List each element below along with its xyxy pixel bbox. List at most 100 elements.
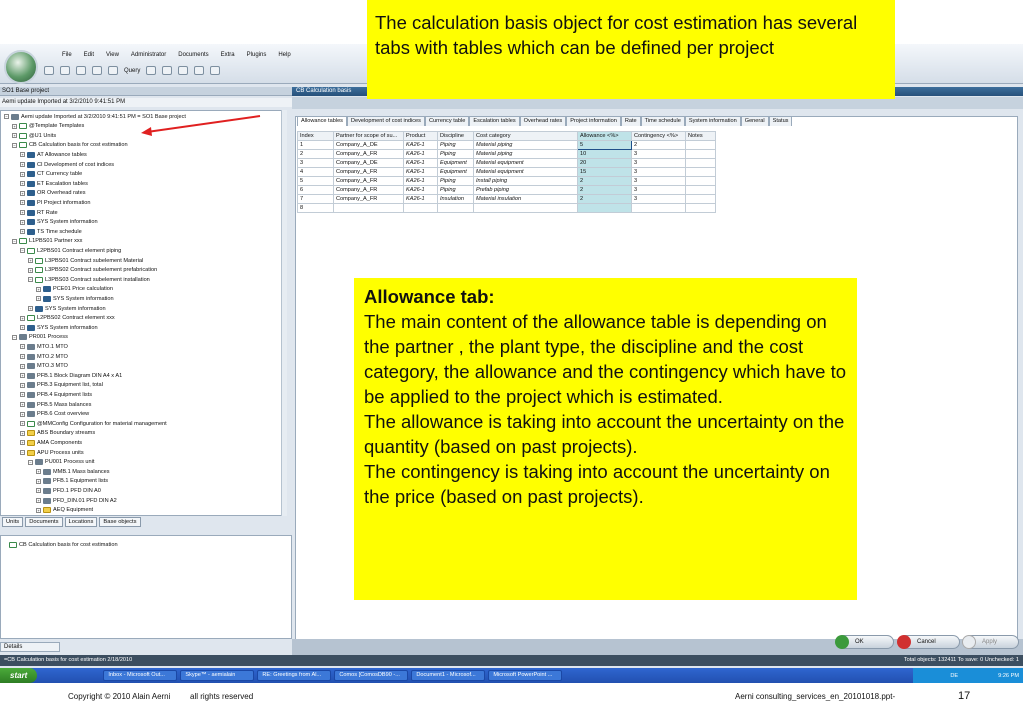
- column-header[interactable]: Notes: [685, 131, 716, 141]
- tree-node[interactable]: + PFD_DIN.01 PFD DIN A2: [36, 496, 117, 505]
- table-row[interactable]: 5 Company_A_FR KA26-1 Piping Install piping 2…: [297, 176, 716, 186]
- tree-node[interactable]: + PFB.3 Equipment list, total: [20, 381, 103, 390]
- tab-base-objects[interactable]: Base objects: [99, 517, 141, 527]
- tree-node[interactable]: − CB Calculation basis for cost estimatio…: [12, 141, 128, 150]
- forward-icon[interactable]: [60, 66, 70, 75]
- column-header[interactable]: Index: [297, 131, 334, 141]
- table-cell[interactable]: [437, 203, 474, 213]
- column-header[interactable]: Cost category: [473, 131, 578, 141]
- tree-node[interactable]: + PI Project information: [20, 198, 90, 207]
- expand-toggle-icon[interactable]: −: [20, 450, 25, 455]
- taskbar-item[interactable]: Skype™ - aemialain: [180, 670, 255, 681]
- table-cell[interactable]: Material equipment: [473, 158, 578, 168]
- tool-icon[interactable]: [178, 66, 189, 75]
- tool-icon[interactable]: [162, 66, 173, 75]
- expand-toggle-icon[interactable]: +: [36, 469, 41, 475]
- expand-toggle-icon[interactable]: +: [28, 258, 33, 263]
- tree-node[interactable]: + @U1 Units: [12, 131, 56, 140]
- expand-toggle-icon[interactable]: +: [28, 267, 33, 273]
- table-cell[interactable]: Company_A_FR: [333, 149, 404, 159]
- table-cell[interactable]: 20: [577, 158, 632, 168]
- ok-button[interactable]: OK: [835, 635, 894, 649]
- table-cell[interactable]: Piping: [437, 149, 474, 159]
- expand-toggle-icon[interactable]: +: [36, 296, 41, 302]
- expand-toggle-icon[interactable]: +: [20, 382, 25, 388]
- table-cell[interactable]: 15: [577, 167, 632, 177]
- table-cell[interactable]: Company_A_DE: [333, 140, 404, 150]
- query-menu[interactable]: Query: [124, 68, 140, 74]
- menu-item-help[interactable]: Help: [278, 52, 290, 58]
- expand-toggle-icon[interactable]: −: [4, 114, 9, 119]
- table-cell[interactable]: [333, 203, 404, 213]
- table-cell[interactable]: 10: [577, 149, 632, 159]
- table-cell[interactable]: 3: [631, 167, 686, 177]
- table-cell[interactable]: 3: [297, 158, 334, 168]
- menu-item-view[interactable]: View: [106, 52, 119, 58]
- tree-node[interactable]: + ABS Boundary streams: [20, 429, 95, 438]
- taskbar-item[interactable]: Inbox - Microsoft Out...: [103, 670, 178, 681]
- tree-node[interactable]: − L3PBS03 Contract subelement installatio…: [28, 275, 150, 284]
- expand-toggle-icon[interactable]: +: [20, 421, 25, 427]
- tab-allowance-tables[interactable]: Allowance tables: [297, 116, 347, 126]
- table-cell[interactable]: 1: [297, 140, 334, 150]
- tab-general[interactable]: General: [740, 116, 769, 126]
- expand-toggle-icon[interactable]: +: [20, 190, 25, 196]
- menu-item-edit[interactable]: Edit: [84, 52, 94, 58]
- tree-node[interactable]: + PFB.5 Mass balances: [20, 400, 91, 409]
- table-cell[interactable]: [403, 203, 438, 213]
- table-cell[interactable]: KA26-1: [403, 176, 438, 186]
- table-cell[interactable]: 2: [631, 140, 686, 150]
- table-row[interactable]: 8: [297, 203, 716, 213]
- table-cell[interactable]: KA26-1: [403, 185, 438, 195]
- column-header[interactable]: Contingency <%>: [631, 131, 686, 141]
- tab-time-schedule[interactable]: Time schedule: [640, 116, 685, 126]
- allowance-table[interactable]: Index Partner for scope of su... Product Di…: [297, 131, 716, 213]
- tree-node[interactable]: + MTO.1 MTO: [20, 342, 68, 351]
- table-cell[interactable]: [685, 203, 716, 213]
- tree-node[interactable]: + MTO.3 MTO: [20, 362, 68, 371]
- table-cell[interactable]: 2: [577, 194, 632, 204]
- tree-node[interactable]: + PFB.6 Cost overview: [20, 410, 89, 419]
- cancel-button[interactable]: Cancel: [897, 635, 960, 649]
- table-cell[interactable]: Install piping: [473, 176, 578, 186]
- table-cell[interactable]: [685, 158, 716, 168]
- expand-toggle-icon[interactable]: +: [20, 430, 25, 436]
- tab-system-information[interactable]: System information: [684, 116, 741, 126]
- table-cell[interactable]: KA26-1: [403, 140, 438, 150]
- expand-toggle-icon[interactable]: +: [20, 171, 25, 177]
- table-cell[interactable]: Material insulation: [473, 194, 578, 204]
- start-button[interactable]: start: [0, 668, 38, 683]
- tool-icon[interactable]: [210, 66, 221, 75]
- column-header[interactable]: Product: [403, 131, 438, 141]
- table-cell[interactable]: [685, 185, 716, 195]
- menu-item-extra[interactable]: Extra: [221, 52, 235, 58]
- expand-toggle-icon[interactable]: +: [36, 507, 41, 513]
- list-item[interactable]: CB Calculation basis for cost estimation: [9, 540, 118, 549]
- tree-node[interactable]: + AEQ Equipment: [36, 506, 93, 515]
- expand-toggle-icon[interactable]: +: [20, 392, 25, 398]
- tree-node[interactable]: + MTO.2 MTO: [20, 352, 68, 361]
- menu-item-plugins[interactable]: Plugins: [247, 52, 267, 58]
- expand-toggle-icon[interactable]: −: [12, 238, 17, 244]
- expand-toggle-icon[interactable]: +: [36, 488, 41, 494]
- tree-node[interactable]: + PFD.1 PFD DIN A0: [36, 486, 101, 495]
- table-cell[interactable]: [685, 194, 716, 204]
- table-cell[interactable]: [685, 149, 716, 159]
- table-cell[interactable]: KA26-1: [403, 149, 438, 159]
- tool-icon[interactable]: [146, 66, 157, 75]
- expand-toggle-icon[interactable]: +: [20, 440, 25, 446]
- tree-node[interactable]: + SYS System information: [28, 304, 106, 313]
- column-header[interactable]: Partner for scope of su...: [333, 131, 404, 141]
- navigator-subheader[interactable]: Aemi update Imported at 3/2/2010 9:41:51…: [0, 98, 292, 107]
- tool-icon[interactable]: [194, 66, 205, 75]
- tree-node[interactable]: + ET Escalation tables: [20, 179, 88, 188]
- table-cell[interactable]: Equipment: [437, 167, 474, 177]
- table-row[interactable]: 1 Company_A_DE KA26-1 Piping Material piping…: [297, 140, 716, 150]
- tab-rate[interactable]: Rate: [620, 116, 641, 126]
- table-cell[interactable]: Piping: [437, 140, 474, 150]
- table-row[interactable]: 7 Company_A_FR KA26-1 Insulation Material in…: [297, 194, 716, 204]
- tab-development-of-cost-indices[interactable]: Development of cost indices: [346, 116, 425, 126]
- table-row[interactable]: 3 Company_A_DE KA26-1 Equipment Material equ…: [297, 158, 716, 168]
- tree-node[interactable]: + @Template Templates: [12, 122, 84, 131]
- table-cell[interactable]: 6: [297, 185, 334, 195]
